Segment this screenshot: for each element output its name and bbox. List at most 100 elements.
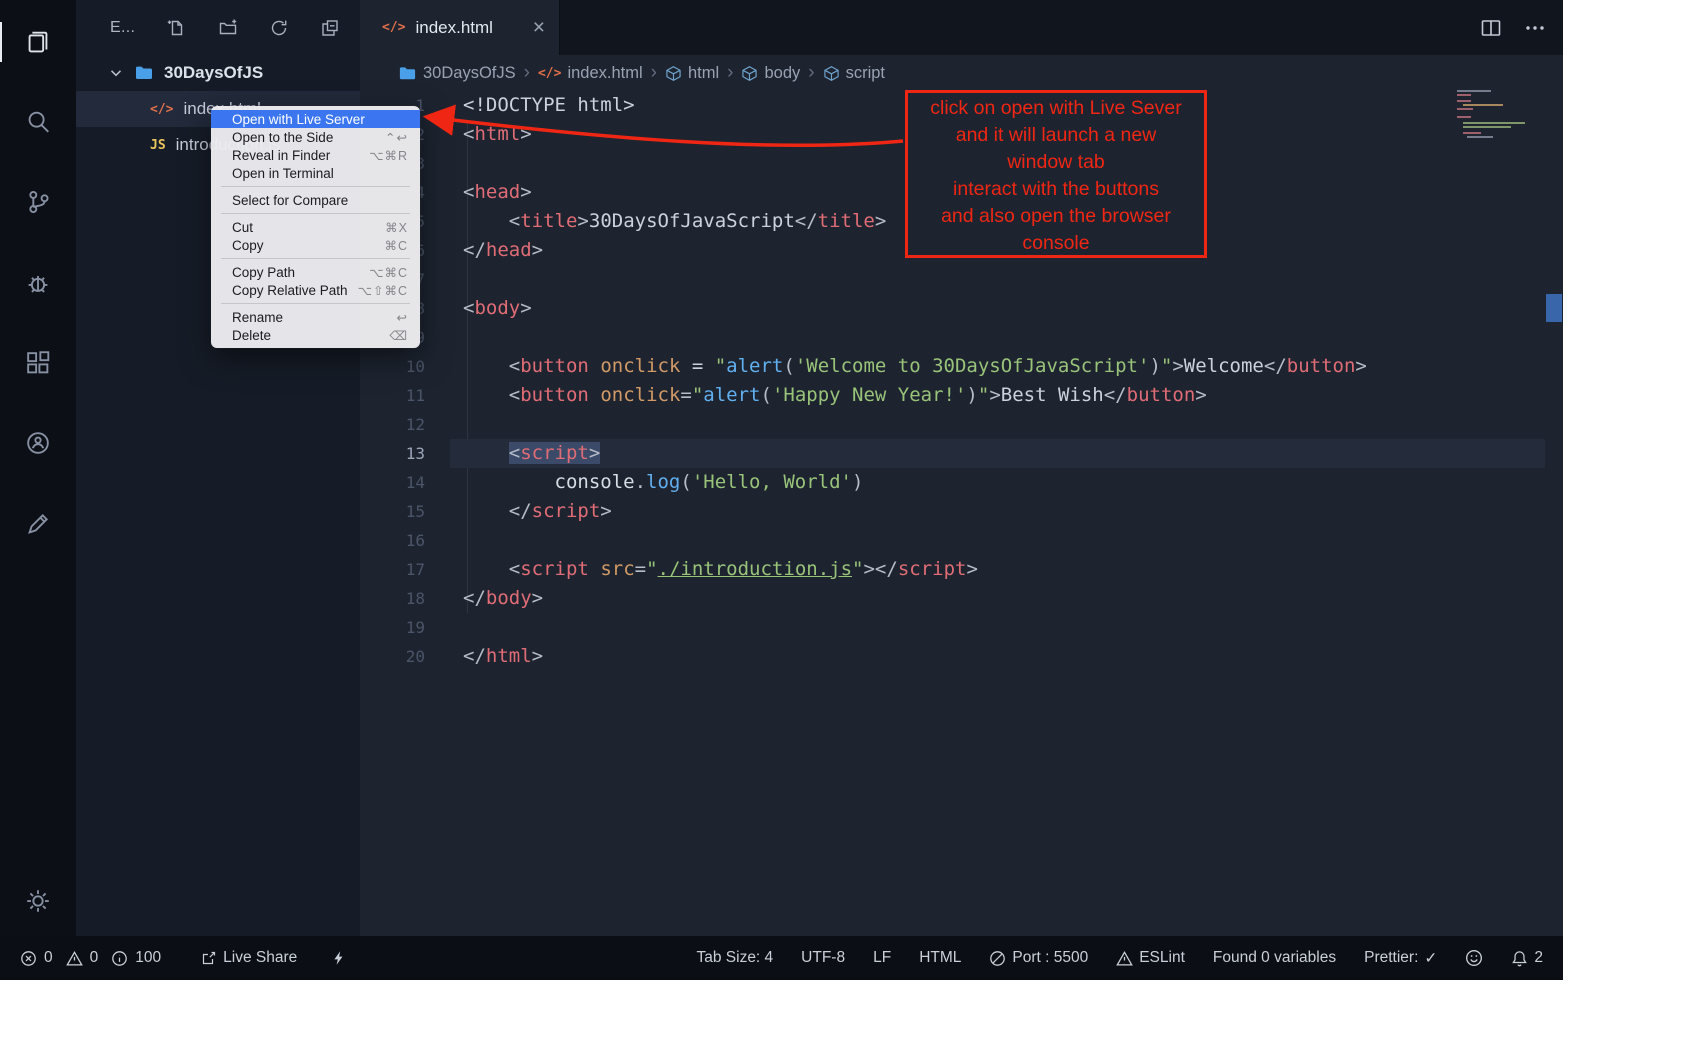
extensions-icon[interactable] (0, 337, 76, 389)
live-share-icon[interactable] (0, 417, 76, 469)
folder-row-30daysofjs[interactable]: 30DaysOfJS (76, 55, 360, 91)
line-number: 19 (360, 613, 425, 642)
more-actions-icon[interactable] (1523, 16, 1547, 40)
prettier-indicator[interactable]: Prettier: ✓ (1364, 949, 1437, 968)
breadcrumb-index-html[interactable]: </>index.html (538, 64, 643, 83)
folder-icon (398, 64, 417, 83)
tab-bar: </> index.html × (360, 0, 1563, 55)
breadcrumb-body[interactable]: body (741, 64, 800, 83)
code-line-17[interactable]: 17 <script src="./introduction.js"></scr… (360, 555, 1563, 584)
line-number: 15 (360, 497, 425, 526)
menu-item-delete[interactable]: Delete⌫ (211, 326, 420, 344)
code-line-18[interactable]: 18</body> (360, 584, 1563, 613)
context-menu: Open with Live ServerOpen to the Side⌃↩R… (211, 106, 420, 348)
annotation-box: click on open with Live Sever and it wil… (905, 90, 1207, 258)
settings-gear-icon[interactable] (0, 875, 76, 927)
menu-item-cut[interactable]: Cut ⌘X (211, 218, 420, 236)
breadcrumb-label: html (688, 64, 719, 83)
code-line-9[interactable]: 9 (360, 323, 1563, 352)
menu-separator (221, 186, 410, 187)
menu-item-label: Open to the Side (232, 130, 333, 145)
live-share-button[interactable]: Live Share (201, 949, 297, 967)
code-line-10[interactable]: 10 <button onclick = "alert('Welcome to … (360, 352, 1563, 381)
encoding-indicator[interactable]: UTF-8 (801, 949, 845, 967)
code-line-12[interactable]: 12 (360, 410, 1563, 439)
code-line-8[interactable]: 8<body> (360, 294, 1563, 323)
menu-item-open-to-the-side[interactable]: Open to the Side ⌃↩ (211, 128, 420, 146)
language-indicator[interactable]: HTML (919, 949, 961, 967)
root-folder-label: 30DaysOfJS (164, 63, 263, 83)
tab-size-indicator[interactable]: Tab Size: 4 (696, 949, 773, 967)
symbol-cube-icon (823, 65, 840, 82)
tab-label: index.html (415, 18, 522, 38)
line-number: 17 (360, 555, 425, 584)
screenshot-root: E... (0, 0, 1686, 1053)
search-icon[interactable] (0, 96, 76, 148)
explorer-header: E... (76, 0, 360, 55)
close-tab-icon[interactable]: × (533, 17, 545, 38)
pen-icon[interactable] (0, 498, 76, 550)
html-file-icon: </> (150, 102, 173, 117)
minimap[interactable] (1455, 88, 1545, 142)
code-line-13[interactable]: 13 <script> (360, 439, 1563, 468)
problems-indicator[interactable]: 0 0 100 (20, 949, 167, 967)
menu-item-rename[interactable]: Rename↩ (211, 308, 420, 326)
line-content: <head> (425, 178, 532, 207)
prettier-label: Prettier: (1364, 949, 1418, 967)
line-content (425, 526, 463, 555)
breadcrumb-html[interactable]: html (665, 64, 719, 83)
menu-item-reveal-in-finder[interactable]: Reveal in Finder⌥⌘R (211, 146, 420, 164)
collapse-all-icon[interactable] (320, 18, 340, 38)
eol-indicator[interactable]: LF (873, 949, 891, 967)
menu-item-shortcut: ⌃↩ (385, 130, 408, 145)
code-line-15[interactable]: 15 </script> (360, 497, 1563, 526)
menu-item-copy-relative-path[interactable]: Copy Relative Path⌥⇧⌘C (211, 281, 420, 299)
menu-item-copy-path[interactable]: Copy Path⌥⌘C (211, 263, 420, 281)
new-file-icon[interactable] (166, 18, 186, 38)
code-line-16[interactable]: 16 (360, 526, 1563, 555)
variables-indicator[interactable]: Found 0 variables (1213, 949, 1336, 967)
menu-item-label: Copy Path (232, 265, 295, 280)
explorer-icon[interactable] (0, 16, 76, 68)
split-editor-icon[interactable] (1479, 16, 1503, 40)
feedback-smiley-icon[interactable] (1465, 949, 1483, 967)
menu-item-label: Reveal in Finder (232, 148, 330, 163)
share-icon (201, 950, 217, 966)
menu-item-open-with-live-server[interactable]: Open with Live Server (211, 110, 420, 128)
folder-icon (134, 63, 154, 83)
menu-item-label: Cut (232, 220, 253, 235)
menu-item-open-in-terminal[interactable]: Open in Terminal (211, 164, 420, 182)
refresh-icon[interactable] (269, 18, 289, 38)
new-folder-icon[interactable] (218, 18, 238, 38)
code-line-7[interactable]: 7 (360, 265, 1563, 294)
breadcrumb-30daysofjs[interactable]: 30DaysOfJS (398, 64, 516, 83)
port-indicator[interactable]: Port : 5500 (989, 949, 1088, 967)
html-file-icon: </> (382, 20, 405, 35)
source-control-icon[interactable] (0, 176, 76, 228)
notifications-bell[interactable]: 2 (1511, 949, 1543, 967)
code-line-11[interactable]: 11 <button onclick="alert('Happy New Yea… (360, 381, 1563, 410)
breadcrumb-script[interactable]: script (823, 64, 885, 83)
tab-index-html[interactable]: </> index.html × (360, 0, 560, 55)
code-line-20[interactable]: 20</html> (360, 642, 1563, 671)
lightning-icon[interactable] (331, 950, 347, 966)
warning-count: 0 (90, 949, 99, 967)
breadcrumbs: 30DaysOfJS›</>index.html›html›body›scrip… (360, 55, 1563, 91)
line-number: 18 (360, 584, 425, 613)
code-file-icon: </> (538, 66, 561, 81)
breadcrumb-separator: › (523, 62, 531, 84)
line-content: console.log('Hello, World') (425, 468, 863, 497)
menu-item-shortcut: ⌘C (384, 238, 408, 253)
eslint-indicator[interactable]: ESLint (1116, 949, 1185, 967)
notification-count: 2 (1534, 949, 1543, 967)
line-content: <title>30DaysOfJavaScript</title> (425, 207, 886, 236)
code-line-14[interactable]: 14 console.log('Hello, World') (360, 468, 1563, 497)
status-right: Tab Size: 4 UTF-8 LF HTML Port : 5500 ES… (696, 949, 1543, 968)
menu-item-select-for-compare[interactable]: Select for Compare (211, 191, 420, 209)
menu-item-copy[interactable]: Copy⌘C (211, 236, 420, 254)
run-debug-icon[interactable] (0, 257, 76, 309)
line-number: 16 (360, 526, 425, 555)
line-content: <html> (425, 120, 532, 149)
menu-item-shortcut: ⌘X (385, 220, 408, 235)
code-line-19[interactable]: 19 (360, 613, 1563, 642)
